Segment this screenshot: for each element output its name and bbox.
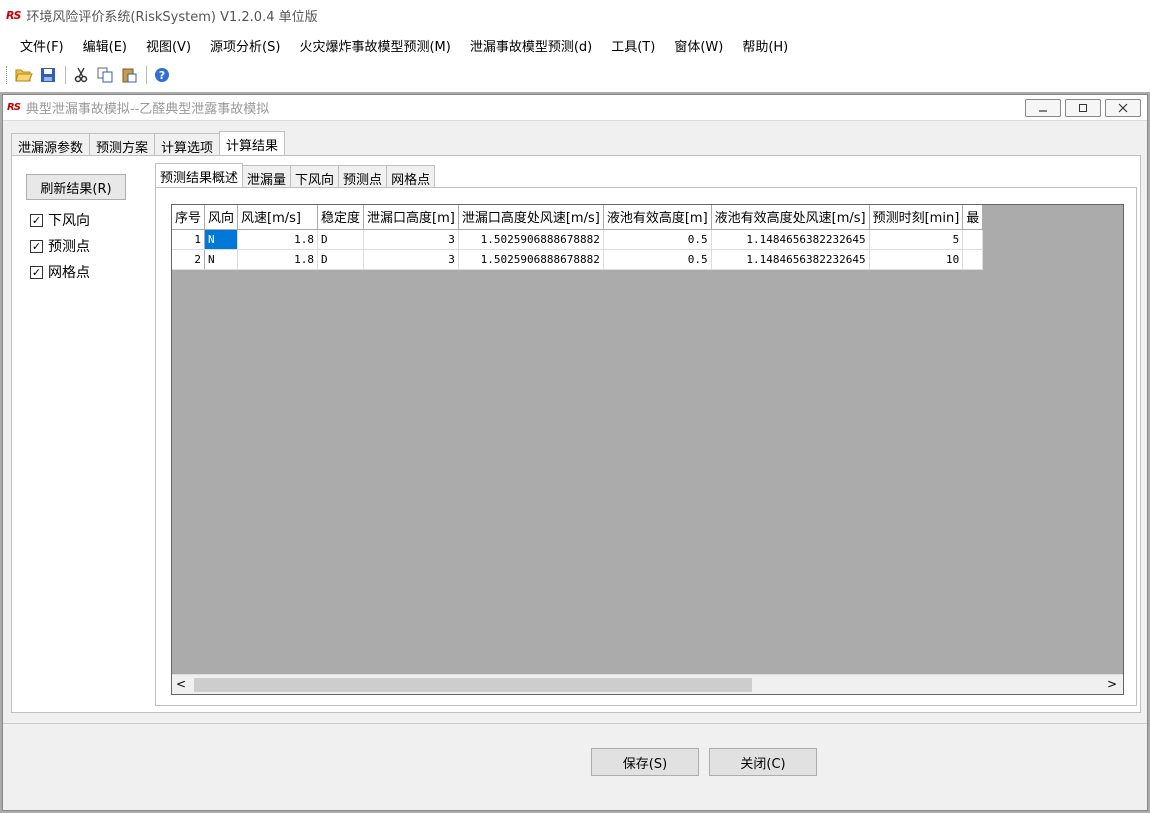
checkbox-prediction-point[interactable]: ✓ 预测点 <box>30 236 90 256</box>
save-button[interactable]: 保存(S) <box>591 748 699 776</box>
restore-icon[interactable] <box>1065 99 1101 117</box>
cell-leak-height-wind[interactable]: 1.5025906888678882 <box>458 249 604 270</box>
main-tabs: 泄漏源参数 预测方案 计算选项 计算结果 <box>11 131 286 156</box>
scroll-left-arrow-icon[interactable]: < <box>176 677 186 691</box>
menu-tools[interactable]: 工具(T) <box>603 33 663 58</box>
checkbox-label: 下风向 <box>48 213 90 229</box>
cut-icon[interactable] <box>70 64 92 86</box>
child-title-bar: RS 典型泄漏事故模拟--乙醛典型泄露事故模拟 <box>3 95 1147 121</box>
subtab-prediction-point[interactable]: 预测点 <box>338 165 388 188</box>
cell-index[interactable]: 2 <box>172 249 206 270</box>
cell-wind-speed[interactable]: 1.8 <box>237 229 319 250</box>
menu-bar: 文件(F) 编辑(E) 视图(V) 源项分析(S) 火灾爆炸事故模型预测(M) … <box>0 32 1150 58</box>
close-icon[interactable] <box>1105 99 1141 117</box>
col-header[interactable]: 泄漏口高度处风速[m/s] <box>458 205 604 230</box>
toolbar-separator <box>146 66 147 84</box>
app-title-bar: RS 环境风险评价系统(RiskSystem) V1.2.0.4 单位版 <box>0 0 1150 30</box>
menu-leak-model[interactable]: 泄漏事故模型预测(d) <box>462 33 600 58</box>
tab-calc-results[interactable]: 计算结果 <box>219 131 286 155</box>
checkbox-check-icon: ✓ <box>30 213 43 227</box>
child-window: RS 典型泄漏事故模拟--乙醛典型泄露事故模拟 泄漏源参数 预测方案 计算选项 … <box>2 94 1148 811</box>
checkbox-grid-point[interactable]: ✓ 网格点 <box>30 262 90 282</box>
checkbox-label: 网格点 <box>48 265 90 281</box>
subtab-grid-point[interactable]: 网格点 <box>386 165 436 188</box>
save-disk-icon[interactable] <box>37 64 59 86</box>
cell-pool-height-wind[interactable]: 1.1484656382232645 <box>711 229 870 250</box>
cell-pool-height[interactable]: 0.5 <box>603 229 712 250</box>
table-row[interactable]: 2 N 1.8 D 3 1.5025906888678882 0.5 1.148… <box>172 249 984 270</box>
menu-view[interactable]: 视图(V) <box>138 33 199 58</box>
results-table: 序号 风向 风速[m/s] 稳定度 泄漏口高度[m] 泄漏口高度处风速[m/s]… <box>172 205 984 270</box>
cell-wind-direction[interactable]: N <box>204 229 239 250</box>
cell-extra[interactable] <box>962 229 984 250</box>
horizontal-scrollbar[interactable]: < > <box>172 674 1123 694</box>
menu-source-analysis[interactable]: 源项分析(S) <box>202 33 288 58</box>
toolbar-grip <box>6 66 9 84</box>
scroll-thumb[interactable] <box>194 678 752 692</box>
tab-leak-source-params[interactable]: 泄漏源参数 <box>11 133 91 156</box>
menu-edit[interactable]: 编辑(E) <box>75 33 135 58</box>
svg-text:?: ? <box>159 69 165 82</box>
tab-prediction-plan[interactable]: 预测方案 <box>89 133 156 156</box>
open-folder-icon[interactable] <box>13 64 35 86</box>
cell-stability[interactable]: D <box>317 229 365 250</box>
child-title: 典型泄漏事故模拟--乙醛典型泄露事故模拟 <box>25 102 270 117</box>
col-header[interactable]: 序号 <box>172 205 206 230</box>
checkbox-check-icon: ✓ <box>30 265 43 279</box>
menu-file[interactable]: 文件(F) <box>12 33 72 58</box>
cell-leak-height[interactable]: 3 <box>363 229 459 250</box>
overview-page: 序号 风向 风速[m/s] 稳定度 泄漏口高度[m] 泄漏口高度处风速[m/s]… <box>155 187 1137 706</box>
copy-icon[interactable] <box>94 64 116 86</box>
col-header[interactable]: 液池有效高度处风速[m/s] <box>711 205 870 230</box>
menu-help[interactable]: 帮助(H) <box>734 33 796 58</box>
child-logo-icon: RS <box>7 102 21 113</box>
cell-wind-direction[interactable]: N <box>204 249 239 270</box>
cell-stability[interactable]: D <box>317 249 365 270</box>
help-icon[interactable]: ? <box>151 64 173 86</box>
subtab-downwind[interactable]: 下风向 <box>290 165 340 188</box>
col-header[interactable]: 风速[m/s] <box>237 205 319 230</box>
cell-prediction-time[interactable]: 5 <box>869 229 964 250</box>
col-header[interactable]: 泄漏口高度[m] <box>363 205 459 230</box>
table-row[interactable]: 1 N 1.8 D 3 1.5025906888678882 0.5 1.148… <box>172 229 984 250</box>
tab-calc-options[interactable]: 计算选项 <box>154 133 221 156</box>
results-page: 刷新结果(R) ✓ 下风向 ✓ 预测点 ✓ 网格点 预测结果概述 泄漏量 下风向… <box>11 155 1141 713</box>
mdi-workspace: RS 典型泄漏事故模拟--乙醛典型泄露事故模拟 泄漏源参数 预测方案 计算选项 … <box>0 92 1150 813</box>
col-header[interactable]: 风向 <box>204 205 239 230</box>
col-header[interactable]: 最 <box>962 205 984 230</box>
checkbox-downwind[interactable]: ✓ 下风向 <box>30 210 90 230</box>
col-header[interactable]: 预测时刻[min] <box>869 205 964 230</box>
footer-bar: 保存(S) 关闭(C) <box>3 723 1147 810</box>
cell-leak-height[interactable]: 3 <box>363 249 459 270</box>
window-controls <box>1025 99 1141 117</box>
cell-pool-height[interactable]: 0.5 <box>603 249 712 270</box>
col-header[interactable]: 液池有效高度[m] <box>603 205 712 230</box>
scroll-right-arrow-icon[interactable]: > <box>1107 677 1117 691</box>
cell-leak-height-wind[interactable]: 1.5025906888678882 <box>458 229 604 250</box>
col-header[interactable]: 稳定度 <box>317 205 365 230</box>
app-title: 环境风险评价系统(RiskSystem) V1.2.0.4 单位版 <box>26 9 318 25</box>
cell-wind-speed[interactable]: 1.8 <box>237 249 319 270</box>
cell-prediction-time[interactable]: 10 <box>869 249 964 270</box>
paste-icon[interactable] <box>118 64 140 86</box>
cell-pool-height-wind[interactable]: 1.1484656382232645 <box>711 249 870 270</box>
cell-index[interactable]: 1 <box>172 229 206 250</box>
minimize-icon[interactable] <box>1025 99 1061 117</box>
refresh-results-button[interactable]: 刷新结果(R) <box>26 174 126 200</box>
toolbar: ? <box>0 60 1150 90</box>
checkbox-label: 预测点 <box>48 239 90 255</box>
result-subtabs: 预测结果概述 泄漏量 下风向 预测点 网格点 <box>155 163 436 188</box>
checkbox-check-icon: ✓ <box>30 239 43 253</box>
cell-extra[interactable] <box>962 249 984 270</box>
subtab-overview[interactable]: 预测结果概述 <box>155 163 244 187</box>
results-grid[interactable]: 序号 风向 风速[m/s] 稳定度 泄漏口高度[m] 泄漏口高度处风速[m/s]… <box>171 204 1124 695</box>
close-button[interactable]: 关闭(C) <box>709 748 817 776</box>
table-header-row: 序号 风向 风速[m/s] 稳定度 泄漏口高度[m] 泄漏口高度处风速[m/s]… <box>172 205 984 230</box>
app-logo-icon: RS <box>6 8 21 22</box>
menu-fire-explosion[interactable]: 火灾爆炸事故模型预测(M) <box>291 33 458 58</box>
toolbar-separator <box>65 66 66 84</box>
menu-window[interactable]: 窗体(W) <box>666 33 731 58</box>
subtab-leak-amount[interactable]: 泄漏量 <box>242 165 292 188</box>
